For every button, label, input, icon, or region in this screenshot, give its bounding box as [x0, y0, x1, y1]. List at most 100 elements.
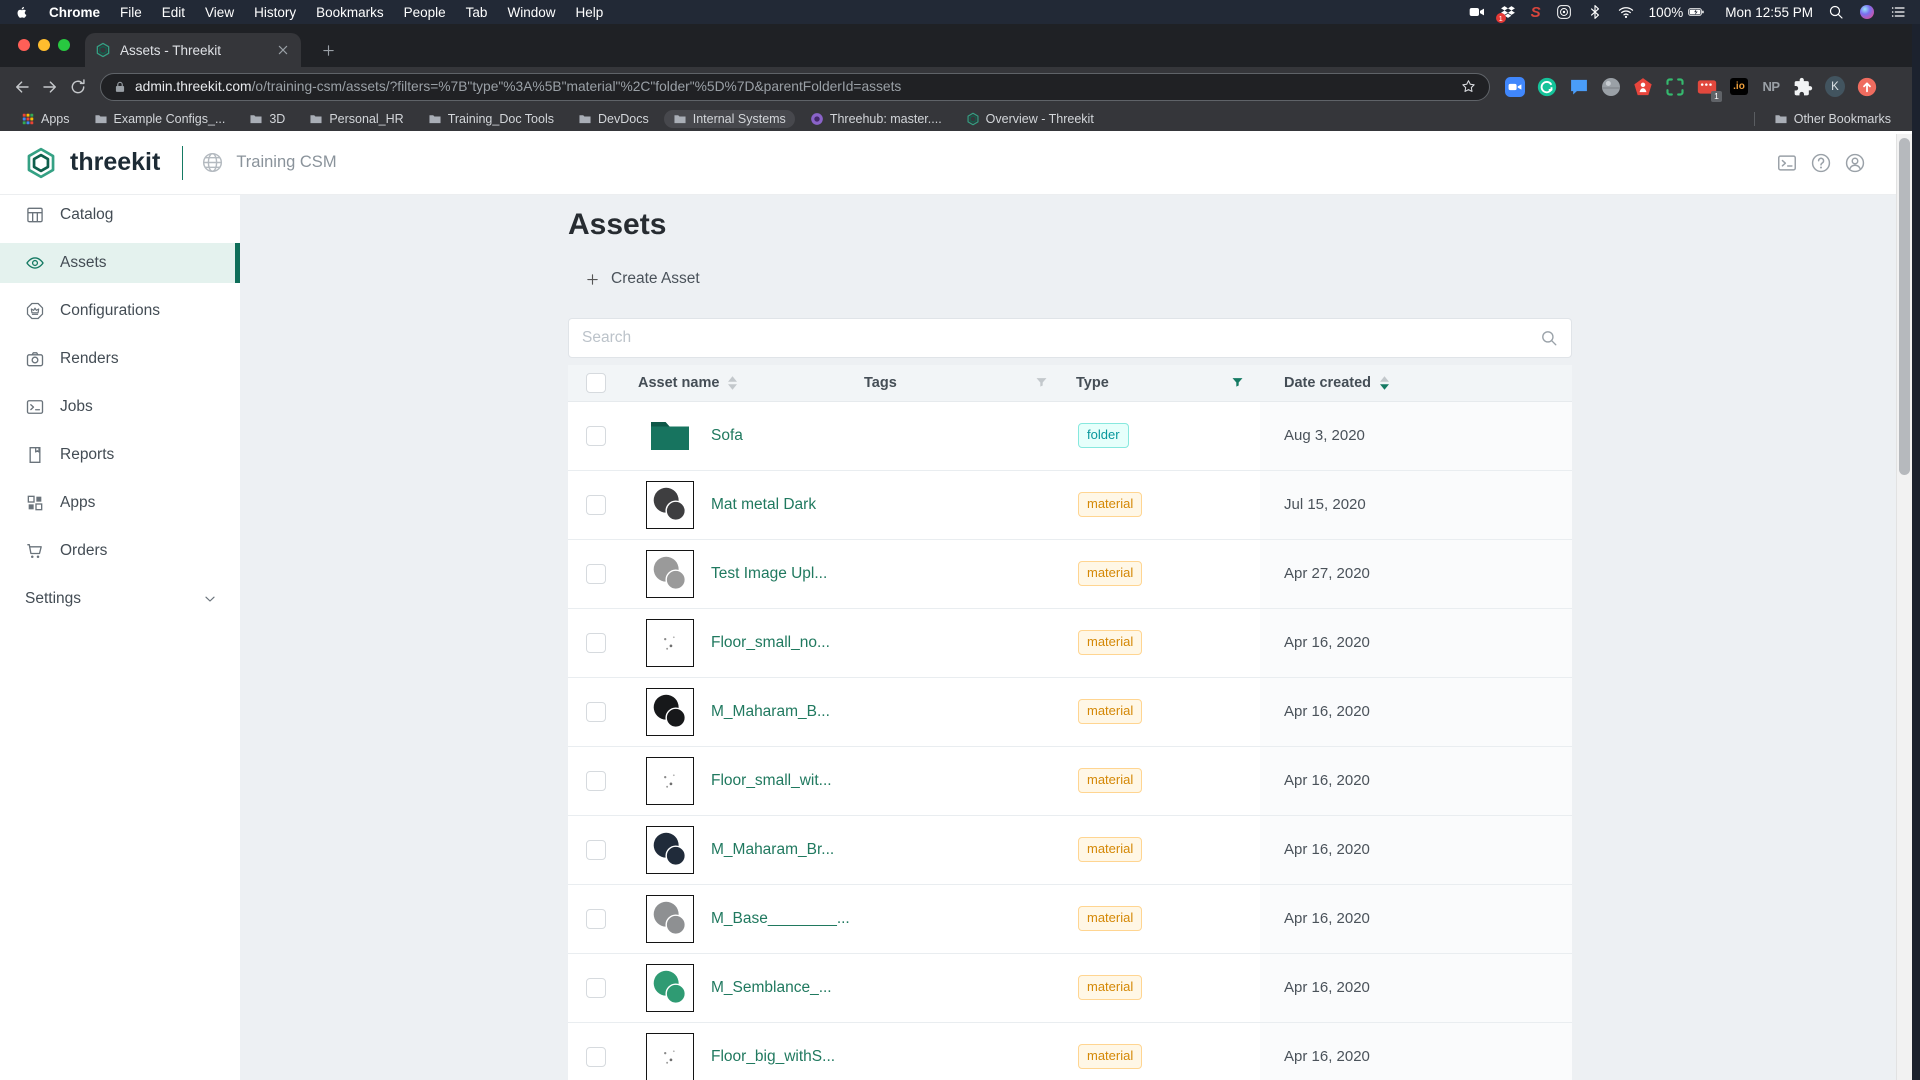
s-logo-icon[interactable]: S	[1531, 4, 1541, 21]
battery-indicator[interactable]: 100%	[1649, 4, 1711, 20]
record-circle-icon[interactable]	[1556, 4, 1572, 20]
table-row[interactable]: M_Base________... material Apr 16, 2020	[568, 885, 1572, 954]
org-switcher[interactable]: Training CSM	[201, 151, 336, 174]
video-camera-icon[interactable]	[1469, 4, 1485, 20]
table-row[interactable]: Sofa folder Aug 3, 2020	[568, 402, 1572, 471]
bookmark-example-configs-[interactable]: Example Configs_...	[85, 110, 235, 128]
dropbox-icon[interactable]: 1	[1500, 4, 1516, 20]
select-all-checkbox[interactable]	[586, 373, 606, 393]
table-row[interactable]: Test Image Upl... material Apr 27, 2020	[568, 540, 1572, 609]
menu-edit[interactable]: Edit	[162, 5, 185, 20]
table-row[interactable]: M_Maharam_B... material Apr 16, 2020	[568, 678, 1572, 747]
sidebar-item-jobs[interactable]: Jobs	[0, 387, 240, 427]
column-header-asset-name[interactable]: Asset name	[620, 365, 864, 401]
address-bar[interactable]: admin.threekit.com/o/training-csm/assets…	[100, 73, 1490, 101]
help-icon[interactable]	[1810, 152, 1832, 174]
sidebar-item-apps[interactable]: Apps	[0, 483, 240, 523]
row-checkbox[interactable]	[586, 702, 606, 722]
threekit-brand[interactable]: threekit	[0, 146, 160, 180]
asset-name-link[interactable]: Sofa	[711, 427, 743, 445]
sidebar-item-reports[interactable]: Reports	[0, 435, 240, 475]
bookmark-internal-systems[interactable]: Internal Systems	[664, 110, 795, 128]
profile-avatar[interactable]: K	[1825, 77, 1845, 97]
menu-bookmarks[interactable]: Bookmarks	[316, 5, 384, 20]
sort-carets[interactable]	[728, 376, 737, 390]
menubar-clock[interactable]: Mon 12:55 PM	[1725, 5, 1813, 20]
new-tab-button[interactable]	[315, 37, 341, 63]
asset-name-link[interactable]: Floor_small_wit...	[711, 772, 832, 790]
row-checkbox[interactable]	[586, 633, 606, 653]
bookmark-threehub-master-[interactable]: Threehub: master....	[801, 110, 951, 128]
row-checkbox[interactable]	[586, 978, 606, 998]
type-filter-icon-active[interactable]	[1231, 376, 1244, 389]
sidebar-item-settings[interactable]: Settings	[0, 579, 240, 619]
asset-name-link[interactable]: Floor_big_withS...	[711, 1048, 835, 1066]
asset-name-link[interactable]: M_Maharam_Br...	[711, 841, 834, 859]
bookmark-star-icon[interactable]	[1460, 78, 1477, 95]
create-asset-button[interactable]: Create Asset	[585, 270, 700, 288]
siri-icon[interactable]	[1859, 4, 1875, 20]
asset-name-link[interactable]: Test Image Upl...	[711, 565, 827, 583]
puzzle-icon[interactable]	[1793, 77, 1813, 97]
column-header-date-created[interactable]: Date created	[1260, 365, 1572, 401]
sidebar-item-renders[interactable]: Renders	[0, 339, 240, 379]
row-checkbox[interactable]	[586, 426, 606, 446]
search-icon[interactable]	[1540, 329, 1558, 347]
ext-redshield-icon[interactable]	[1633, 77, 1653, 97]
menu-tab[interactable]: Tab	[466, 5, 488, 20]
row-checkbox[interactable]	[586, 840, 606, 860]
wifi-icon[interactable]	[1618, 4, 1634, 20]
bookmark-apps[interactable]: Apps	[12, 110, 79, 128]
sidebar-item-configurations[interactable]: Configurations	[0, 291, 240, 331]
row-checkbox[interactable]	[586, 771, 606, 791]
ext-deathstar-icon[interactable]	[1601, 77, 1621, 97]
table-row[interactable]: Mat metal Dark material Jul 15, 2020	[568, 471, 1572, 540]
control-list-icon[interactable]	[1890, 4, 1906, 20]
menu-help[interactable]: Help	[575, 5, 603, 20]
table-row[interactable]: Floor_small_no... material Apr 16, 2020	[568, 609, 1572, 678]
ext-capture-icon[interactable]	[1665, 77, 1685, 97]
menu-history[interactable]: History	[254, 5, 296, 20]
menu-view[interactable]: View	[205, 5, 234, 20]
ext-zoom-icon[interactable]	[1505, 77, 1525, 97]
sort-carets[interactable]	[1380, 376, 1389, 390]
bookmark-overview-threekit[interactable]: Overview - Threekit	[957, 110, 1103, 128]
menu-people[interactable]: People	[404, 5, 446, 20]
other-bookmarks[interactable]: Other Bookmarks	[1765, 110, 1900, 128]
asset-name-link[interactable]: M_Base________...	[711, 910, 850, 928]
scrollbar-thumb[interactable]	[1899, 138, 1910, 475]
table-row[interactable]: Floor_small_wit... material Apr 16, 2020	[568, 747, 1572, 816]
io-extension-icon[interactable]: .io	[1729, 77, 1749, 97]
browser-tab[interactable]: Assets - Threekit	[85, 33, 301, 67]
np-extension-icon[interactable]: NP	[1761, 77, 1781, 97]
asset-name-link[interactable]: Mat metal Dark	[711, 496, 816, 514]
back-button[interactable]	[8, 73, 36, 101]
search-input[interactable]	[582, 329, 1540, 347]
menu-window[interactable]: Window	[507, 5, 555, 20]
sidebar-item-catalog[interactable]: Catalog	[0, 195, 240, 235]
tab-close-icon[interactable]	[275, 42, 291, 58]
row-checkbox[interactable]	[586, 564, 606, 584]
spotlight-icon[interactable]	[1828, 4, 1844, 20]
table-row[interactable]: M_Semblance_... material Apr 16, 2020	[568, 954, 1572, 1023]
ext-chat-icon[interactable]	[1569, 77, 1589, 97]
tags-filter-icon[interactable]	[1035, 376, 1048, 389]
forward-button[interactable]	[36, 73, 64, 101]
reload-button[interactable]	[64, 73, 92, 101]
apple-icon[interactable]	[14, 5, 29, 20]
row-checkbox[interactable]	[586, 495, 606, 515]
sidebar-item-orders[interactable]: Orders	[0, 531, 240, 571]
bluetooth-icon[interactable]	[1587, 4, 1603, 20]
asset-name-link[interactable]: Floor_small_no...	[711, 634, 830, 652]
bookmark-devdocs[interactable]: DevDocs	[569, 110, 658, 128]
table-row[interactable]: M_Maharam_Br... material Apr 16, 2020	[568, 816, 1572, 885]
ext-update-icon[interactable]	[1857, 77, 1877, 97]
table-row[interactable]: Floor_big_withS... material Apr 16, 2020	[568, 1023, 1572, 1080]
bookmark-training-doc-tools[interactable]: Training_Doc Tools	[419, 110, 563, 128]
asset-name-link[interactable]: M_Semblance_...	[711, 979, 832, 997]
bookmark-3d[interactable]: 3D	[240, 110, 294, 128]
bookmark-personal-hr[interactable]: Personal_HR	[300, 110, 412, 128]
ext-grammarly-icon[interactable]	[1537, 77, 1557, 97]
sidebar-item-assets[interactable]: Assets	[0, 243, 240, 283]
menu-chrome[interactable]: Chrome	[49, 5, 100, 20]
